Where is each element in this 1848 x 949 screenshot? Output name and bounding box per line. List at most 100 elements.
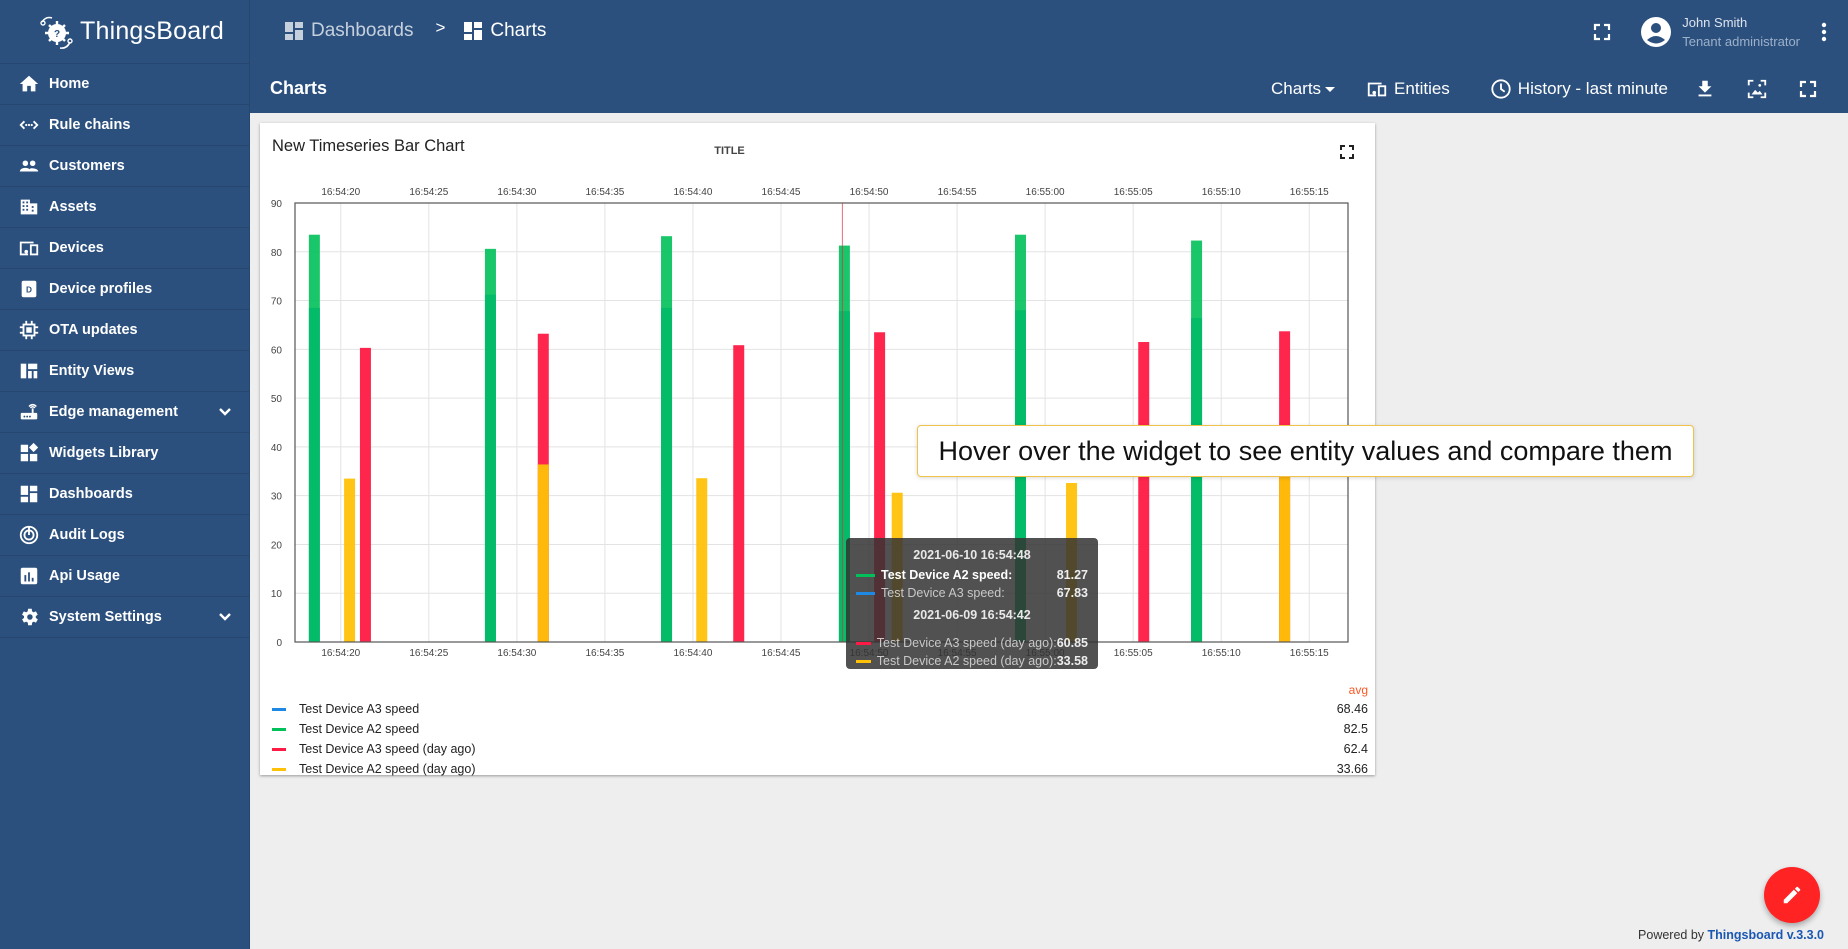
bar-test-device-a2-speed-day-ago-[interactable] bbox=[696, 478, 708, 642]
y-tick-label: 10 bbox=[271, 589, 283, 600]
entity-views-icon bbox=[20, 363, 38, 379]
sidebar-item-rule-chains[interactable]: Rule chains bbox=[0, 105, 249, 146]
breadcrumb-charts-label: Charts bbox=[490, 20, 547, 41]
legend-avg-value: 82.5 bbox=[1343, 722, 1368, 736]
chart-legend: avg Test Device A3 speed 68.46 Test Device… bbox=[272, 683, 1370, 779]
sidebar: ? ThingsBoard Home Rule chains Customers As… bbox=[0, 0, 250, 949]
legend-item[interactable]: Test Device A2 speed 82.5 bbox=[272, 719, 1370, 739]
legend-item[interactable]: Test Device A3 speed 68.46 bbox=[272, 699, 1370, 719]
sidebar-item-devices[interactable]: Devices bbox=[0, 228, 249, 269]
export-image-icon[interactable] bbox=[1746, 78, 1768, 100]
breadcrumb-dashboards[interactable]: Dashboards bbox=[284, 20, 413, 42]
tooltip-value: 60.85 bbox=[1056, 636, 1088, 650]
x-tick-label-top: 16:54:35 bbox=[585, 187, 624, 198]
tooltip-date-dayago: 2021-06-09 16:54:42 bbox=[913, 608, 1031, 622]
sidebar-item-device-profiles[interactable]: D Device profiles bbox=[0, 269, 249, 310]
sidebar-item-dashboards[interactable]: Dashboards bbox=[0, 474, 249, 515]
timewindow-label: History - last minute bbox=[1517, 78, 1668, 98]
user-area: John Smith Tenant administrator bbox=[1592, 0, 1848, 64]
sidebar-item-assets[interactable]: Assets bbox=[0, 187, 249, 228]
account-circle-icon[interactable] bbox=[1640, 16, 1672, 48]
sidebar-item-label: Audit Logs bbox=[49, 527, 125, 543]
entities-button[interactable]: Entities bbox=[1366, 78, 1450, 100]
tooltip-value: 33.58 bbox=[1056, 654, 1088, 668]
bar-test-device-a2-speed[interactable] bbox=[661, 236, 673, 642]
tooltip-value: 81.27 bbox=[1056, 568, 1088, 582]
legend-label: Test Device A3 speed bbox=[299, 702, 420, 716]
sidebar-item-label: Customers bbox=[49, 158, 125, 174]
sidebar-item-edge-management[interactable]: Edge management bbox=[0, 392, 249, 433]
legend-label: Test Device A2 speed (day ago) bbox=[299, 762, 476, 776]
svg-text:D: D bbox=[26, 286, 32, 295]
legend-item[interactable]: Test Device A3 speed (day ago) 62.4 bbox=[272, 739, 1370, 759]
bar-test-device-a2-speed-day-ago-[interactable] bbox=[344, 478, 356, 642]
fullscreen-icon[interactable] bbox=[1592, 22, 1612, 42]
timewindow-button[interactable]: History - last minute bbox=[1490, 78, 1668, 100]
sidebar-item-label: Widgets Library bbox=[49, 445, 159, 461]
legend-swatch bbox=[272, 727, 286, 731]
sidebar-item-label: Assets bbox=[49, 199, 97, 215]
top-bar: Dashboards > Charts John Smith Tenant ad… bbox=[250, 0, 1848, 64]
bar-test-device-a3-speed-day-ago-[interactable] bbox=[359, 347, 371, 642]
edit-dashboard-button[interactable] bbox=[1764, 867, 1820, 923]
bar-test-device-a2-speed-day-ago-[interactable] bbox=[1279, 466, 1291, 642]
device-profiles-icon: D bbox=[21, 280, 37, 298]
legend-avg-value: 62.4 bbox=[1343, 742, 1368, 756]
legend-swatch bbox=[272, 767, 286, 771]
sidebar-item-customers[interactable]: Customers bbox=[0, 146, 249, 187]
sidebar-item-audit-logs[interactable]: Audit Logs bbox=[0, 515, 249, 556]
breadcrumb-charts[interactable]: Charts bbox=[463, 20, 546, 42]
bar-test-device-a2-speed[interactable] bbox=[484, 248, 496, 642]
fullscreen-dashboard-icon[interactable] bbox=[1798, 79, 1818, 99]
more-vert-icon[interactable] bbox=[1812, 20, 1836, 44]
thingsboard-version-link[interactable]: Thingsboard v.3.3.0 bbox=[1708, 928, 1824, 942]
x-tick-label-bottom: 16:54:25 bbox=[409, 648, 448, 659]
chevron-down-icon[interactable] bbox=[217, 609, 233, 625]
legend-avg-value: 68.46 bbox=[1336, 702, 1368, 716]
breadcrumb-separator: > bbox=[435, 18, 446, 37]
dashboard-title: Charts bbox=[270, 78, 328, 98]
download-icon[interactable] bbox=[1694, 78, 1716, 100]
logo[interactable]: ? ThingsBoard bbox=[0, 0, 249, 64]
sidebar-item-home[interactable]: Home bbox=[0, 64, 249, 105]
sidebar-item-label: Edge management bbox=[49, 404, 178, 420]
toolbar-actions: Charts Entities History - last minute bbox=[1271, 64, 1848, 113]
chevron-down-icon[interactable] bbox=[217, 404, 233, 420]
legend-label: Test Device A3 speed (day ago) bbox=[299, 742, 476, 756]
bar-chart[interactable]: TITLE 0 10 20 30 40 50 60 70 80 90 16:54:20 16:54:20… bbox=[260, 123, 1375, 678]
sidebar-item-label: Api Usage bbox=[49, 568, 120, 584]
tooltip-swatch bbox=[856, 573, 875, 577]
sidebar-item-system-settings[interactable]: System Settings bbox=[0, 597, 249, 638]
y-tick-label: 70 bbox=[271, 297, 283, 308]
dashboard-content: New Timeseries Bar Chart TITLE 0 10 20 30 40 5… bbox=[250, 113, 1848, 949]
sidebar-item-label: Rule chains bbox=[49, 117, 131, 133]
settings-icon bbox=[22, 608, 38, 626]
sidebar-item-entity-views[interactable]: Entity Views bbox=[0, 351, 249, 392]
sidebar-item-label: Entity Views bbox=[49, 363, 135, 379]
sidebar-item-ota-updates[interactable]: OTA updates bbox=[0, 310, 249, 351]
legend-item[interactable]: Test Device A2 speed (day ago) 33.66 bbox=[272, 759, 1370, 779]
bar-test-device-a3-speed-day-ago-[interactable] bbox=[1138, 342, 1150, 642]
powered-by: Powered by Thingsboard v.3.3.0 bbox=[1638, 928, 1824, 942]
y-tick-label: 80 bbox=[271, 248, 283, 259]
bar-test-device-a2-speed[interactable] bbox=[308, 234, 320, 642]
breadcrumb-dashboards-label: Dashboards bbox=[311, 20, 414, 41]
tooltip-label: Test Device A2 speed (day ago): bbox=[876, 654, 1057, 668]
sidebar-item-label: Dashboards bbox=[49, 486, 133, 502]
legend-label: Test Device A2 speed bbox=[299, 722, 420, 736]
state-select[interactable]: Charts bbox=[1271, 79, 1336, 99]
y-tick-label: 20 bbox=[271, 540, 283, 551]
sidebar-item-api-usage[interactable]: Api Usage bbox=[0, 556, 249, 597]
x-tick-label-bottom: 16:55:15 bbox=[1290, 648, 1329, 659]
user-info[interactable]: John Smith Tenant administrator bbox=[1682, 13, 1800, 51]
thingsboard-logo-icon: ? bbox=[40, 16, 73, 49]
sidebar-item-widgets-library[interactable]: Widgets Library bbox=[0, 433, 249, 474]
y-tick-label: 40 bbox=[271, 443, 283, 454]
bar-test-device-a3-speed-day-ago-[interactable] bbox=[733, 345, 745, 642]
clock-icon bbox=[1491, 78, 1511, 99]
audit-logs-icon bbox=[19, 525, 39, 545]
bar-test-device-a2-speed-day-ago-[interactable] bbox=[537, 464, 549, 642]
y-tick-label: 90 bbox=[271, 199, 283, 210]
y-tick-label: 60 bbox=[271, 345, 283, 356]
entities-label: Entities bbox=[1394, 78, 1450, 98]
